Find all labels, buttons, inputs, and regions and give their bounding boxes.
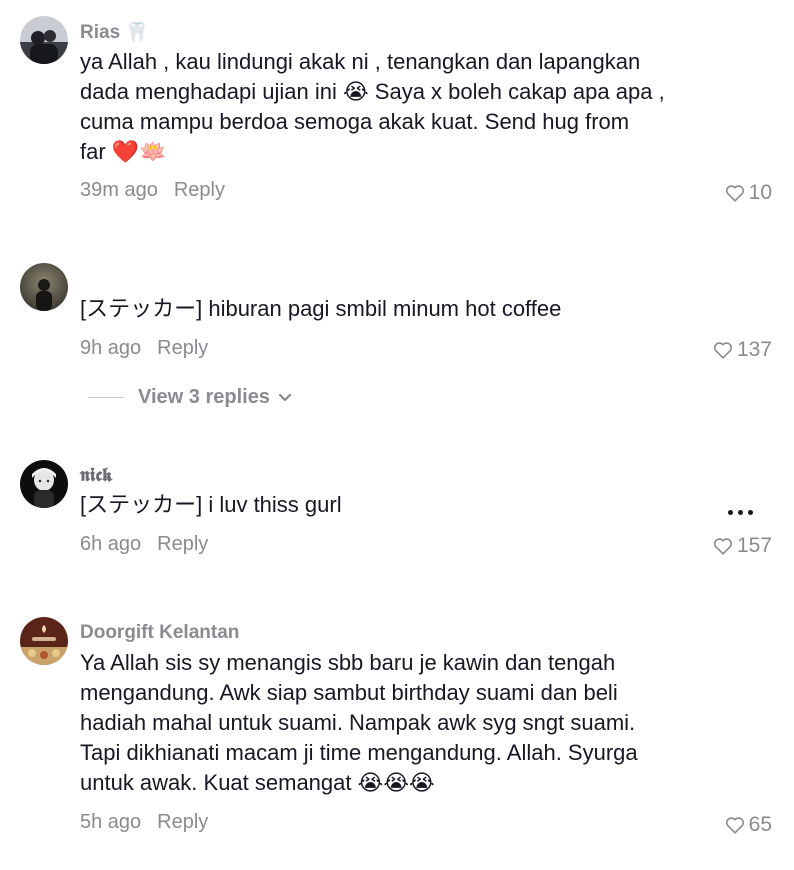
- like-button[interactable]: 10: [725, 181, 772, 205]
- reply-button[interactable]: Reply: [157, 337, 208, 359]
- comment-meta: 39m ago Reply: [80, 178, 225, 202]
- like-count: 10: [748, 181, 772, 204]
- comment-text: ya Allah , kau lindungi akak ni , tenang…: [80, 49, 665, 164]
- comment-meta: 6h ago Reply: [80, 532, 208, 556]
- like-button[interactable]: 157: [713, 534, 772, 558]
- comment-text: Ya Allah sis sy menangis sbb baru je kaw…: [80, 650, 638, 795]
- comment-username[interactable]: Rias 🦷: [80, 22, 149, 44]
- comment-timestamp: 5h ago: [80, 811, 142, 833]
- more-horizontal-icon[interactable]: [728, 510, 753, 515]
- chevron-down-icon: [278, 386, 292, 409]
- dot: [728, 510, 733, 515]
- dot: [738, 510, 743, 515]
- heart-outline-icon: [725, 184, 745, 202]
- avatar[interactable]: [20, 617, 68, 665]
- like-count: 157: [736, 534, 772, 557]
- reply-button[interactable]: Reply: [174, 179, 225, 201]
- comment-timestamp: 6h ago: [80, 533, 142, 555]
- like-button[interactable]: 65: [725, 813, 772, 837]
- comment-timestamp: 39m ago: [80, 179, 158, 201]
- heart-outline-icon: [725, 816, 745, 834]
- avatar[interactable]: [20, 263, 68, 311]
- comment-meta: 9h ago Reply: [80, 336, 208, 360]
- avatar[interactable]: [20, 16, 68, 64]
- view-replies-label: View 3 replies: [138, 386, 270, 408]
- comment-timestamp: 9h ago: [80, 337, 142, 359]
- reply-button[interactable]: Reply: [157, 533, 208, 555]
- heart-outline-icon: [713, 537, 733, 555]
- comment-meta: 5h ago Reply: [80, 810, 208, 834]
- comment-username[interactable]: 𝖓𝖎𝖈𝖐: [80, 465, 113, 487]
- like-count: 65: [748, 813, 772, 836]
- heart-outline-icon: [713, 341, 733, 359]
- comment-text: [ステッカー] i luv thiss gurl: [80, 492, 342, 517]
- like-button[interactable]: 137: [713, 338, 772, 362]
- comment-username[interactable]: Doorgift Kelantan: [80, 622, 239, 644]
- reply-button[interactable]: Reply: [157, 811, 208, 833]
- divider-line: [88, 397, 124, 398]
- avatar[interactable]: [20, 460, 68, 508]
- dot: [748, 510, 753, 515]
- like-count: 137: [736, 338, 772, 361]
- comment-text: [ステッカー] hiburan pagi smbil minum hot cof…: [80, 296, 562, 321]
- view-replies-button[interactable]: View 3 replies: [88, 386, 292, 409]
